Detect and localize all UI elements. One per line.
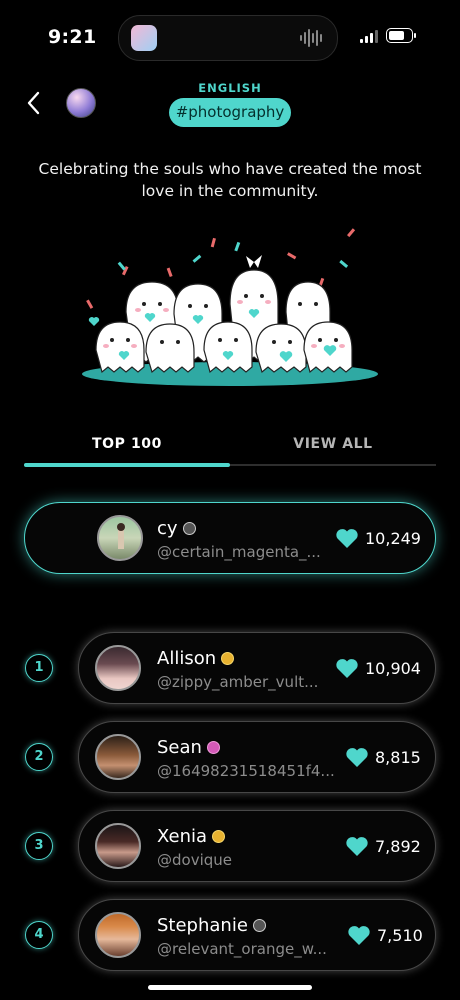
gold-badge-icon <box>221 652 235 665</box>
love-score: 7,892 <box>375 837 421 856</box>
love-score: 8,815 <box>375 748 421 767</box>
heart-icon <box>336 529 358 548</box>
heart-icon <box>346 748 368 767</box>
badge-icon <box>182 522 196 535</box>
active-tab-indicator <box>24 463 230 467</box>
page-description: Celebrating the souls who have created t… <box>38 160 422 200</box>
dynamic-island[interactable] <box>118 15 338 61</box>
now-playing-thumbnail <box>131 25 157 51</box>
heart-icon <box>336 659 358 678</box>
heart-icon <box>348 926 370 945</box>
leaderboard-row[interactable]: Stephanie @relevant_orange_w... 7,510 <box>78 899 436 971</box>
user-handle: @16498231518451f4... <box>157 762 335 780</box>
user-handle: @dovique <box>157 851 232 869</box>
language-label: ENGLISH <box>198 81 262 95</box>
rank-badge: 2 <box>25 743 53 771</box>
user-name: Allison <box>157 648 217 669</box>
status-time: 9:21 <box>48 26 97 48</box>
audio-waveform-icon <box>300 29 322 47</box>
rank-badge: 1 <box>25 654 53 682</box>
love-score: 10,249 <box>365 529 421 548</box>
cellular-signal-icon <box>360 30 378 43</box>
avatar <box>95 912 141 958</box>
user-handle: @certain_magenta_... <box>157 543 321 561</box>
battery-icon <box>386 28 416 43</box>
tab-view-all[interactable]: VIEW ALL <box>230 436 436 452</box>
user-name: Sean <box>157 737 202 758</box>
rank-badge: 3 <box>25 832 53 860</box>
user-name: Xenia <box>157 826 208 847</box>
user-handle: @zippy_amber_vult... <box>157 673 319 691</box>
leaderboard-row[interactable]: Sean @16498231518451f4... 8,815 <box>78 721 436 793</box>
user-handle: @relevant_orange_w... <box>157 940 327 958</box>
heart-icon <box>346 837 368 856</box>
love-score: 7,510 <box>377 926 423 945</box>
leaderboard-row[interactable]: Xenia @dovique 7,892 <box>78 810 436 882</box>
avatar <box>95 823 141 869</box>
ghosts-illustration <box>82 228 378 386</box>
badge-icon <box>252 919 266 932</box>
user-name: Stephanie <box>157 915 248 936</box>
current-user-card[interactable]: cy @certain_magenta_... 10,249 <box>24 502 436 574</box>
purple-badge-icon <box>206 741 220 754</box>
leaderboard-row[interactable]: Allison @zippy_amber_vult... 10,904 <box>78 632 436 704</box>
rank-badge: 4 <box>25 921 53 949</box>
avatar <box>95 734 141 780</box>
hashtag-pill[interactable]: #photography <box>169 98 291 127</box>
love-score: 10,904 <box>365 659 421 678</box>
avatar <box>97 515 143 561</box>
user-name: cy <box>157 518 178 539</box>
gold-badge-icon <box>212 830 226 843</box>
home-indicator[interactable] <box>148 985 312 990</box>
tab-top-100[interactable]: TOP 100 <box>24 436 230 452</box>
avatar <box>95 645 141 691</box>
